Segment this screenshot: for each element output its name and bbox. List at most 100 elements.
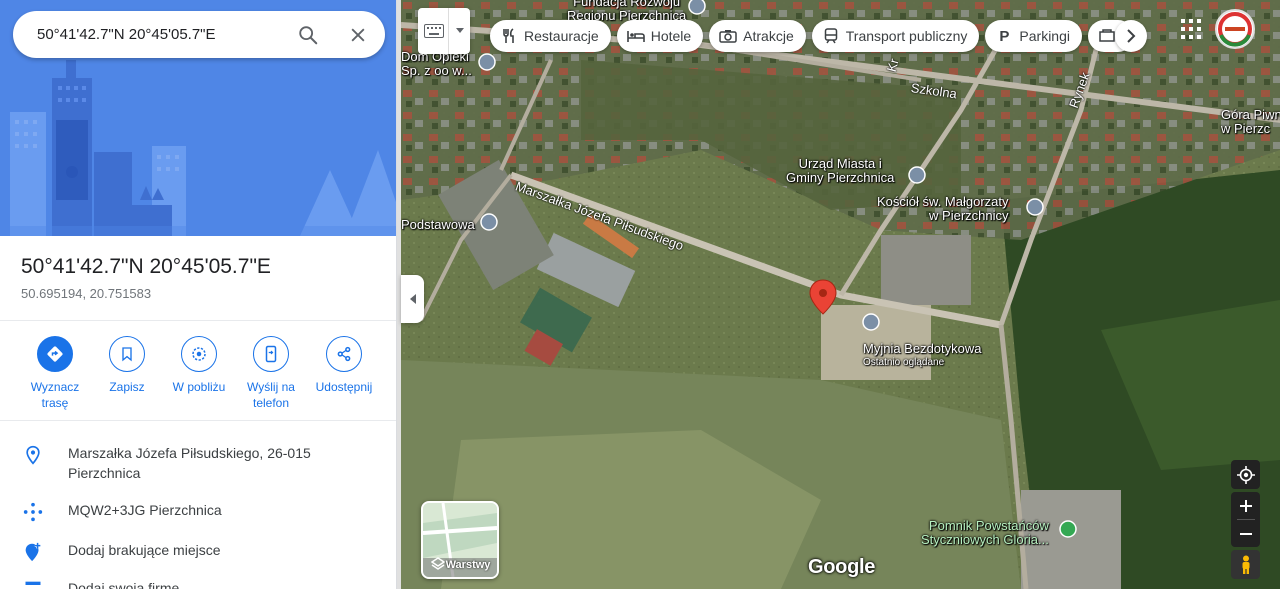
business-icon bbox=[21, 578, 45, 589]
directions-circle bbox=[37, 336, 73, 372]
map-label-gora[interactable]: Góra Piwn w Pierzc bbox=[1221, 108, 1280, 136]
directions-button[interactable]: Wyznacz trasę bbox=[20, 336, 90, 411]
close-button[interactable] bbox=[344, 21, 372, 49]
my-location-icon bbox=[1236, 465, 1255, 484]
pegman-icon bbox=[1242, 555, 1249, 574]
place-coordinates: 50.695194, 20.751583 bbox=[21, 286, 152, 301]
share-button[interactable]: Udostępnij bbox=[309, 336, 379, 395]
pomnik-line1: Pomnik Powstańców bbox=[928, 518, 1049, 533]
map-label-myjnia[interactable]: Myjnia Bezdotykowa bbox=[863, 342, 982, 356]
layers-button[interactable]: Warstwy bbox=[421, 501, 499, 579]
nearby-circle bbox=[181, 336, 217, 372]
search-box[interactable]: 50°41'42.7"N 20°45'05.7"E bbox=[13, 11, 385, 58]
caret-left-icon bbox=[409, 294, 416, 304]
minus-icon bbox=[1239, 532, 1252, 535]
plus-code-icon bbox=[21, 500, 45, 524]
bookmark-icon bbox=[122, 347, 132, 362]
add-place-text: Dodaj brakujące miejsce bbox=[68, 542, 221, 558]
address-text: Marszałka Józefa Piłsudskiego, 26-015 Pi… bbox=[68, 445, 311, 481]
category-chips: Restauracje Hotele Atrakcje Transport pu… bbox=[490, 20, 1134, 52]
map-label-kosciol[interactable]: Kościół św. Małgorzaty w Pierzchnicy bbox=[877, 195, 1009, 223]
location-pin-icon bbox=[21, 443, 45, 467]
search-button[interactable] bbox=[294, 21, 322, 49]
nearby-button[interactable]: W pobliżu bbox=[164, 336, 234, 395]
map-label-pomnik[interactable]: Pomnik Powstańców Styczniowych Gloria... bbox=[921, 519, 1049, 547]
collapse-panel-button[interactable] bbox=[401, 275, 424, 323]
share-icon bbox=[337, 346, 351, 362]
send-to-phone-circle bbox=[253, 336, 289, 372]
add-location-icon bbox=[21, 540, 45, 564]
google-apps-button[interactable] bbox=[1180, 18, 1202, 40]
share-label: Udostępnij bbox=[315, 380, 373, 394]
street-view-pegman[interactable] bbox=[1231, 550, 1260, 579]
chip-parking[interactable]: P Parkingi bbox=[985, 20, 1082, 52]
chip-attractions[interactable]: Atrakcje bbox=[709, 20, 806, 52]
plus-code-text: MQW2+3JG Pierzchnica bbox=[68, 502, 222, 518]
train-icon bbox=[822, 27, 840, 45]
save-label: Zapisz bbox=[109, 380, 145, 394]
input-tools-button[interactable] bbox=[418, 8, 470, 54]
urzad-line2: Gminy Pierzchnica bbox=[786, 170, 895, 185]
map-label-podstawowa[interactable]: Podstawowa bbox=[401, 218, 475, 232]
separator bbox=[448, 8, 449, 54]
chip-restaurants-label: Restauracje bbox=[524, 28, 599, 44]
restaurant-icon bbox=[500, 27, 518, 45]
chip-attractions-label: Atrakcje bbox=[743, 28, 794, 44]
satellite-imagery bbox=[401, 0, 1280, 589]
chip-hotels[interactable]: Hotele bbox=[616, 20, 704, 52]
send-to-phone-button[interactable]: Wyślij na telefon bbox=[236, 336, 306, 411]
divider bbox=[0, 320, 396, 321]
google-logo: Google bbox=[808, 556, 876, 578]
hotel-icon bbox=[626, 27, 645, 45]
save-button[interactable]: Zapisz bbox=[92, 336, 162, 395]
camera-icon bbox=[719, 27, 737, 45]
maps-app: 50°41'42.7"N 20°45'05.7"E 50°41'42.7"N 2… bbox=[0, 0, 1280, 589]
parking-icon: P bbox=[999, 27, 1010, 45]
account-avatar[interactable] bbox=[1215, 9, 1255, 49]
kosciol-line2: w Pierzchnicy bbox=[929, 208, 1009, 223]
map-label-urzad[interactable]: Urząd Miasta i Gminy Pierzchnica bbox=[786, 157, 894, 185]
chip-transit-label: Transport publiczny bbox=[845, 28, 968, 44]
gora-line1: Góra Piwn bbox=[1221, 107, 1280, 122]
map-label-myjnia-sub: Ostatnio oglądane bbox=[863, 357, 945, 368]
nearby-icon bbox=[192, 347, 206, 361]
save-circle bbox=[109, 336, 145, 372]
plus-icon bbox=[1239, 499, 1252, 512]
chevron-down-icon bbox=[456, 28, 464, 33]
chip-restaurants[interactable]: Restauracje bbox=[490, 20, 611, 52]
nearby-label: W pobliżu bbox=[172, 380, 226, 394]
apps-grid-icon bbox=[1181, 19, 1201, 39]
avatar-image bbox=[1218, 12, 1252, 47]
dom-line2: Sp. z oo w... bbox=[401, 63, 472, 78]
my-location-button[interactable] bbox=[1231, 460, 1260, 489]
chip-hotels-label: Hotele bbox=[650, 28, 692, 44]
add-business-text: Dodaj swoją firmę bbox=[68, 580, 180, 589]
chip-transit[interactable]: Transport publiczny bbox=[811, 20, 980, 52]
zoom-controls bbox=[1231, 492, 1260, 547]
pomnik-line2: Styczniowych Gloria... bbox=[921, 532, 1049, 547]
urzad-line1: Urząd Miasta i bbox=[798, 156, 882, 171]
keyboard-icon bbox=[424, 24, 444, 38]
directions-label: Wyznacz trasę bbox=[30, 380, 80, 410]
chevron-right-icon bbox=[1127, 29, 1136, 43]
chip-parking-label: Parkingi bbox=[1019, 28, 1070, 44]
atm-icon bbox=[1098, 27, 1116, 45]
gora-line2: w Pierzc bbox=[1221, 121, 1271, 136]
side-panel: 50°41'42.7"N 20°45'05.7"E 50°41'42.7"N 2… bbox=[0, 0, 397, 589]
layers-label: Warstwy bbox=[445, 559, 491, 571]
zoom-out-button[interactable] bbox=[1239, 520, 1252, 547]
kosciol-line1: Kościół św. Małgorzaty bbox=[877, 194, 1009, 209]
map-label-dom-opieki[interactable]: Dom Opieki Sp. z oo w... bbox=[401, 50, 472, 78]
zoom-in-button[interactable] bbox=[1239, 492, 1252, 519]
send-to-phone-icon bbox=[265, 345, 277, 363]
place-title: 50°41'42.7"N 20°45'05.7"E bbox=[21, 255, 271, 278]
share-circle bbox=[326, 336, 362, 372]
search-icon bbox=[299, 26, 318, 45]
close-icon bbox=[351, 28, 365, 42]
chips-next-button[interactable] bbox=[1115, 20, 1147, 52]
search-input[interactable]: 50°41'42.7"N 20°45'05.7"E bbox=[37, 26, 216, 43]
directions-icon bbox=[47, 346, 63, 362]
send-to-phone-label: Wyślij na telefon bbox=[247, 380, 295, 410]
divider bbox=[0, 420, 396, 421]
satellite-map[interactable]: Fundacja Rozwoju Regionu Pierzchnica Dom… bbox=[401, 0, 1280, 589]
